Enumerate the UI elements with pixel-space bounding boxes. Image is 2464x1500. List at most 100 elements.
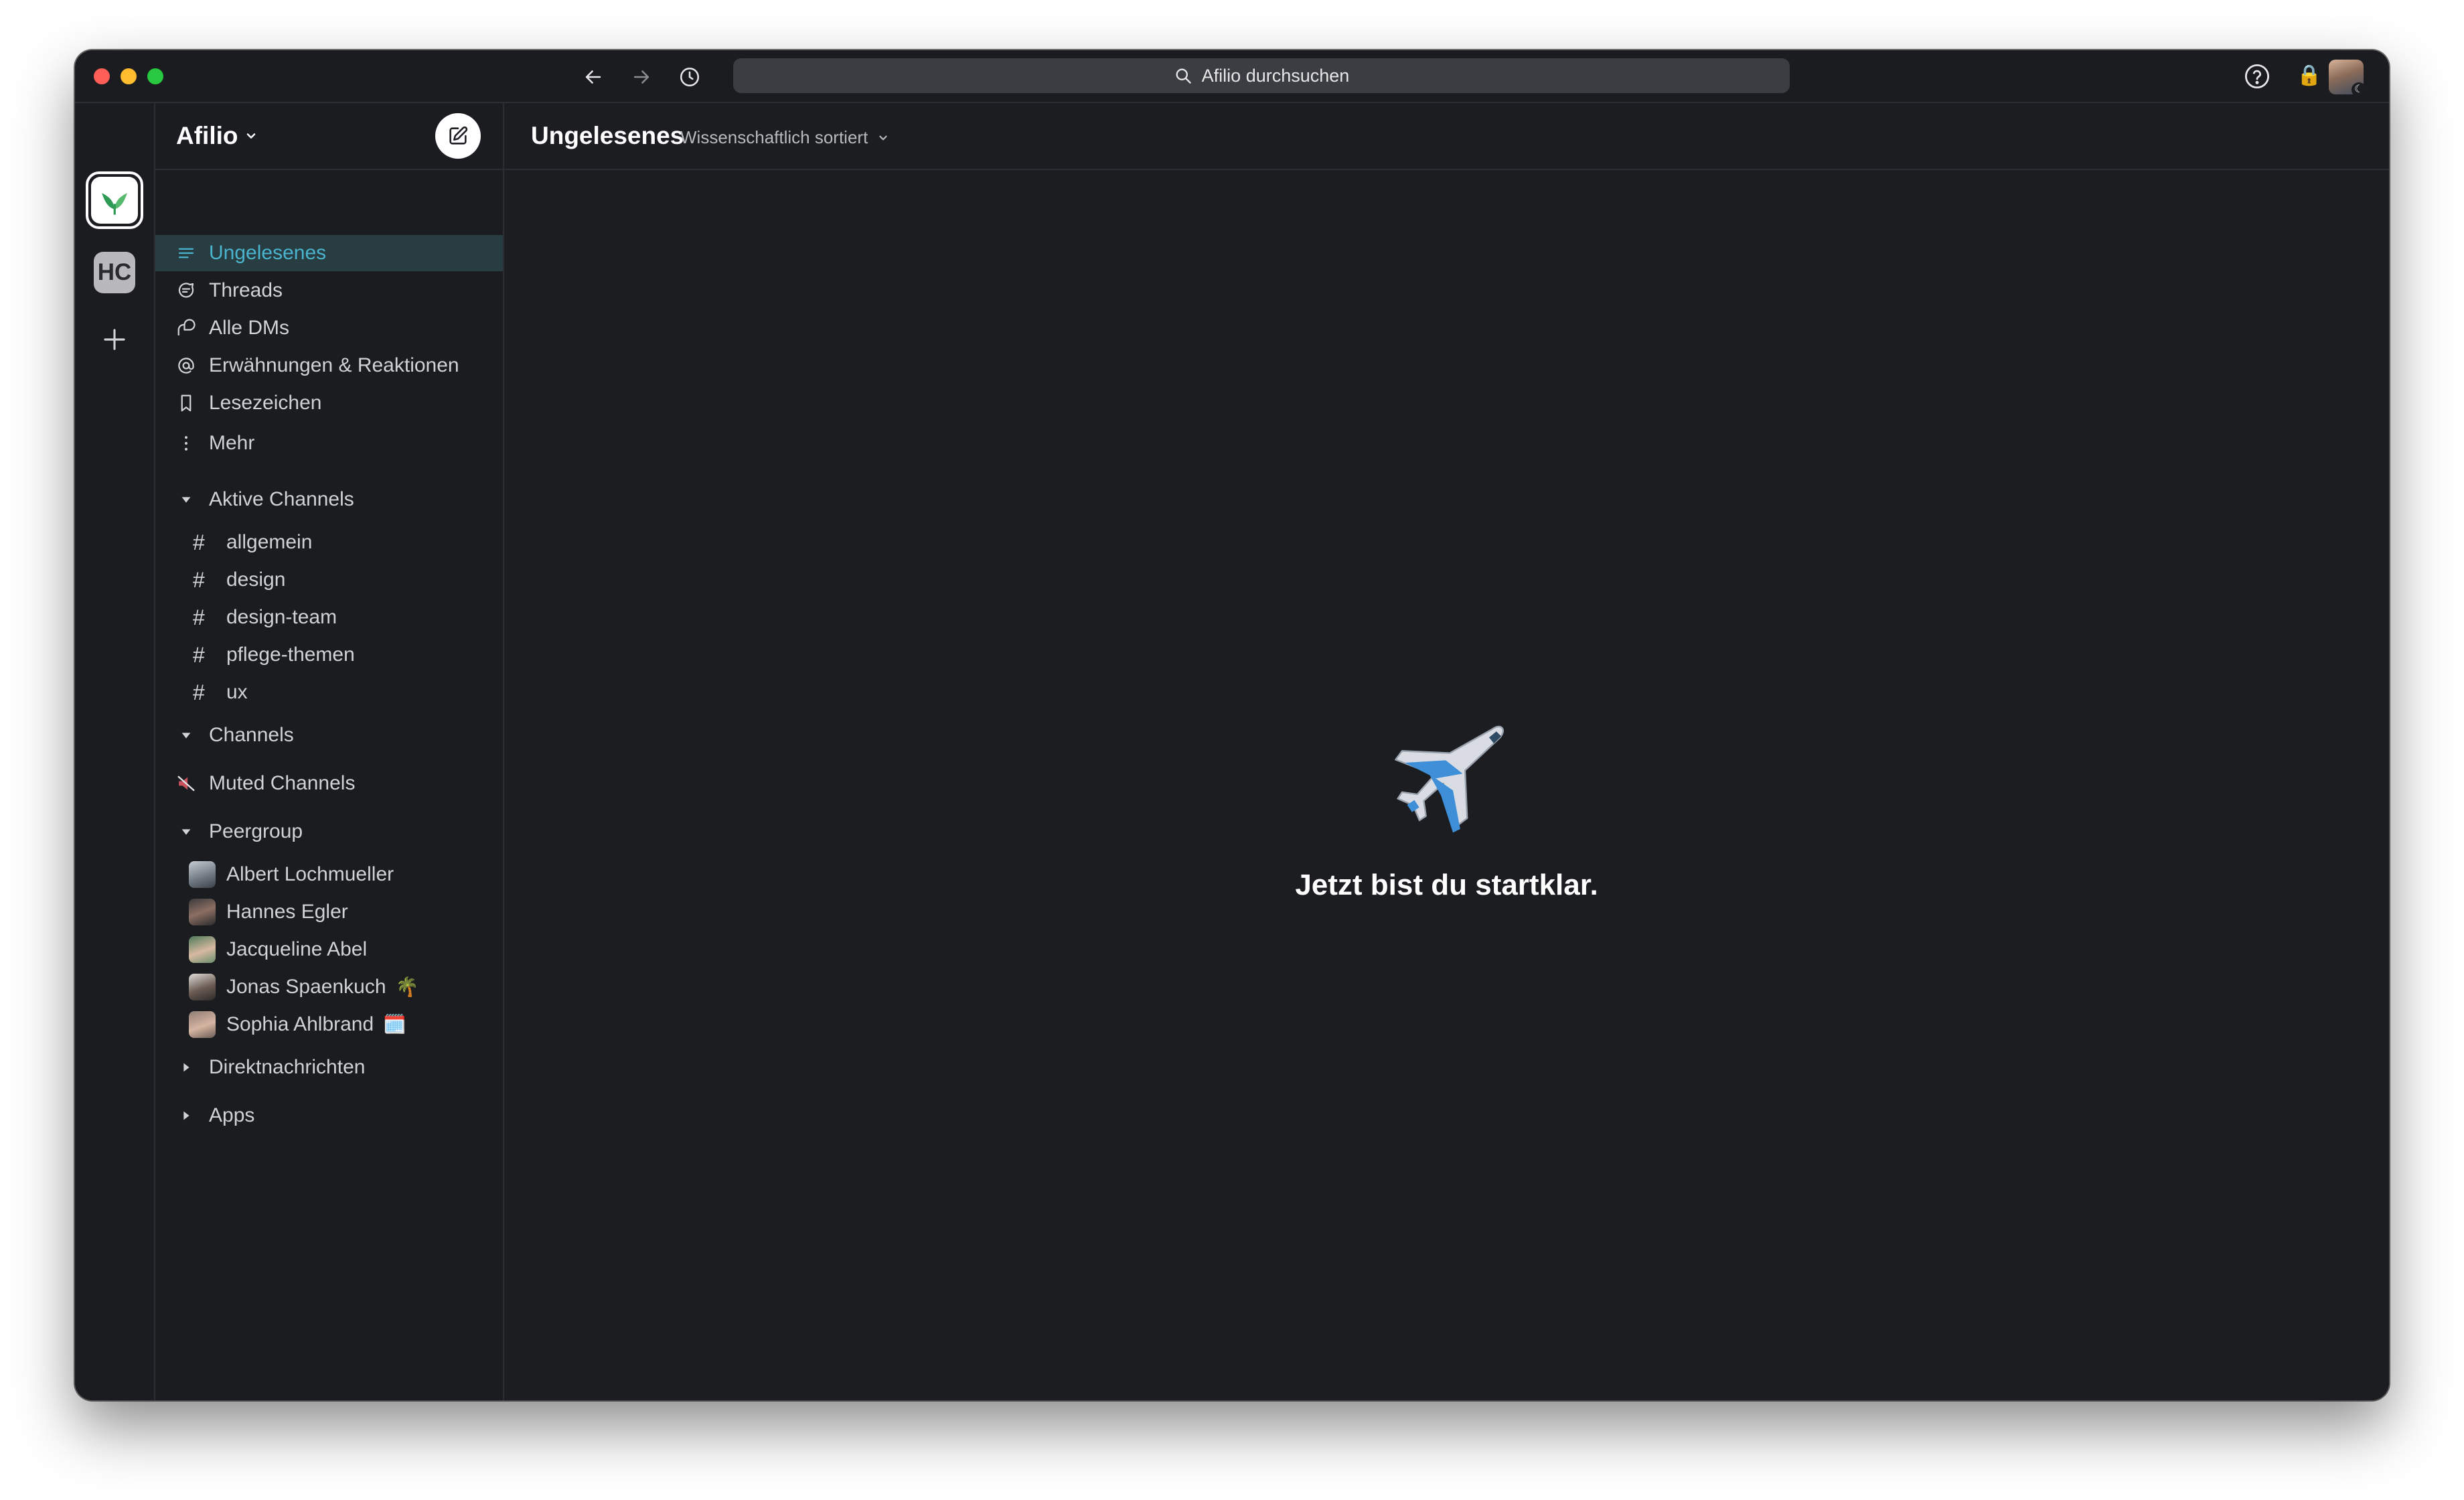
- avatar: [189, 936, 216, 963]
- bookmark-icon: [175, 392, 197, 414]
- section-label: Direktnachrichten: [209, 1056, 366, 1078]
- dms-icon: [175, 317, 197, 339]
- channel-name: design: [226, 569, 286, 591]
- member-name: Hannes Egler: [226, 901, 348, 923]
- avatar: [189, 1011, 216, 1038]
- sidebar-item-mehr[interactable]: Mehr: [155, 425, 503, 461]
- channel-item[interactable]: # ux: [155, 674, 503, 710]
- channel-item[interactable]: # allgemein: [155, 524, 503, 560]
- section-channels[interactable]: Channels: [155, 717, 503, 753]
- sort-label: Wissenschaftlich sortiert: [680, 127, 868, 147]
- channel-item[interactable]: # pflege-themen: [155, 637, 503, 673]
- member-name: Jonas Spaenkuch 🌴: [226, 976, 419, 998]
- at-sign-icon: [175, 355, 197, 376]
- workspace-afilio[interactable]: [86, 171, 143, 229]
- window-close-button[interactable]: [94, 68, 110, 84]
- search-bar[interactable]: Afilio durchsuchen: [733, 58, 1790, 93]
- dm-item[interactable]: Hannes Egler: [155, 894, 503, 930]
- sidebar-item-alle-dms[interactable]: Alle DMs: [155, 310, 503, 346]
- title-bar: Afilio durchsuchen 🔒 ☾: [75, 50, 2389, 103]
- sort-dropdown[interactable]: Wissenschaftlich sortiert: [680, 127, 889, 148]
- avatar: [189, 899, 216, 925]
- section-aktive-channels[interactable]: Aktive Channels: [155, 481, 503, 518]
- sidebar-item-ungelesenes[interactable]: Ungelesenes: [155, 235, 503, 271]
- hash-icon: #: [193, 530, 205, 554]
- search-placeholder: Afilio durchsuchen: [1201, 65, 1350, 86]
- dm-item[interactable]: Sophia Ahlbrand 🗓️: [155, 1006, 503, 1043]
- workspace-rail: HC: [75, 103, 155, 1400]
- window-minimize-button[interactable]: [121, 68, 137, 84]
- afilio-logo-icon: [102, 193, 127, 215]
- chevron-down-icon: [247, 133, 256, 139]
- sidebar-item-erwaehnungen[interactable]: Erwähnungen & Reaktionen: [155, 348, 503, 384]
- main-panel: Ungelesenes Wissenschaftlich sortiert Je…: [504, 103, 2389, 1400]
- caret-right-icon: [175, 1105, 197, 1126]
- section-label: Peergroup: [209, 820, 303, 842]
- channel-name: ux: [226, 681, 248, 703]
- channel-name: design-team: [226, 606, 337, 628]
- calendar-icon: 🗓️: [383, 1014, 407, 1035]
- compose-icon: [449, 126, 468, 145]
- arrow-right-icon: [633, 70, 649, 84]
- caret-down-icon: [175, 725, 197, 746]
- member-name: Albert Lochmueller: [226, 863, 394, 885]
- hash-icon: #: [193, 567, 205, 592]
- sidebar-header: Afilio: [155, 103, 503, 170]
- arrow-left-icon: [585, 70, 601, 84]
- hash-icon: #: [193, 642, 205, 667]
- history-button[interactable]: [675, 62, 704, 92]
- threads-icon: [175, 280, 197, 301]
- user-avatar[interactable]: ☾: [2329, 60, 2364, 94]
- section-apps[interactable]: Apps: [155, 1098, 503, 1134]
- sidebar-item-label: Threads: [209, 279, 283, 301]
- search-icon: [1176, 68, 1191, 84]
- add-workspace-icon[interactable]: [100, 325, 129, 354]
- airplane-icon: [1395, 725, 1504, 833]
- compose-button[interactable]: [435, 113, 481, 159]
- window-zoom-button[interactable]: [147, 68, 163, 84]
- sidebar-item-threads[interactable]: Threads: [155, 273, 503, 309]
- sidebar-item-label: Erwähnungen & Reaktionen: [209, 354, 459, 376]
- avatar: [189, 861, 216, 888]
- sidebar-item-label: Ungelesenes: [209, 242, 327, 264]
- app-window: Afilio durchsuchen 🔒 ☾ HC Afilio Ungeles…: [75, 50, 2389, 1400]
- status-emoji-icon[interactable]: 🔒: [2297, 65, 2321, 86]
- workspace-hc[interactable]: HC: [94, 252, 135, 293]
- hash-icon: #: [193, 680, 205, 704]
- empty-state-message: Jetzt bist du startklar.: [1295, 869, 1598, 901]
- page-title: Ungelesenes: [531, 122, 684, 149]
- sidebar-item-label: Alle DMs: [209, 317, 290, 339]
- section-label: Aktive Channels: [209, 488, 354, 510]
- caret-down-icon: [175, 489, 197, 510]
- sidebar: Afilio Ungelesenes Threads Alle DMs Erwä…: [155, 103, 504, 1400]
- section-peergroup[interactable]: Peergroup: [155, 814, 503, 850]
- section-label: Channels: [209, 724, 294, 746]
- section-label: Muted Channels: [209, 772, 356, 794]
- section-muted-channels[interactable]: Muted Channels: [155, 765, 503, 802]
- muted-icon: [175, 773, 197, 794]
- channel-item[interactable]: # design: [155, 562, 503, 598]
- workspace-menu-button[interactable]: Afilio: [176, 122, 258, 150]
- dm-item[interactable]: Jonas Spaenkuch 🌴: [155, 969, 503, 1005]
- workspace-name: Afilio: [176, 122, 238, 149]
- main-header: Ungelesenes Wissenschaftlich sortiert: [504, 103, 2389, 170]
- section-direktnachrichten[interactable]: Direktnachrichten: [155, 1049, 503, 1085]
- dm-item[interactable]: Albert Lochmueller: [155, 856, 503, 893]
- member-name: Sophia Ahlbrand 🗓️: [226, 1013, 407, 1035]
- caret-right-icon: [175, 1057, 197, 1078]
- moon-icon: ☾: [2352, 82, 2364, 94]
- unread-icon: [175, 242, 197, 264]
- dm-item[interactable]: Jacqueline Abel: [155, 931, 503, 968]
- help-icon[interactable]: [2243, 62, 2271, 90]
- channel-item[interactable]: # design-team: [155, 599, 503, 635]
- sidebar-item-lesezeichen[interactable]: Lesezeichen: [155, 385, 503, 421]
- clock-icon: [680, 67, 700, 87]
- hash-icon: #: [193, 605, 205, 629]
- section-label: Apps: [209, 1104, 255, 1126]
- avatar: [189, 974, 216, 1000]
- palm-tree-icon: 🌴: [395, 976, 419, 997]
- back-button[interactable]: [579, 62, 608, 92]
- channel-name: pflege-themen: [226, 644, 355, 666]
- member-name: Jacqueline Abel: [226, 938, 368, 960]
- forward-button[interactable]: [627, 62, 656, 92]
